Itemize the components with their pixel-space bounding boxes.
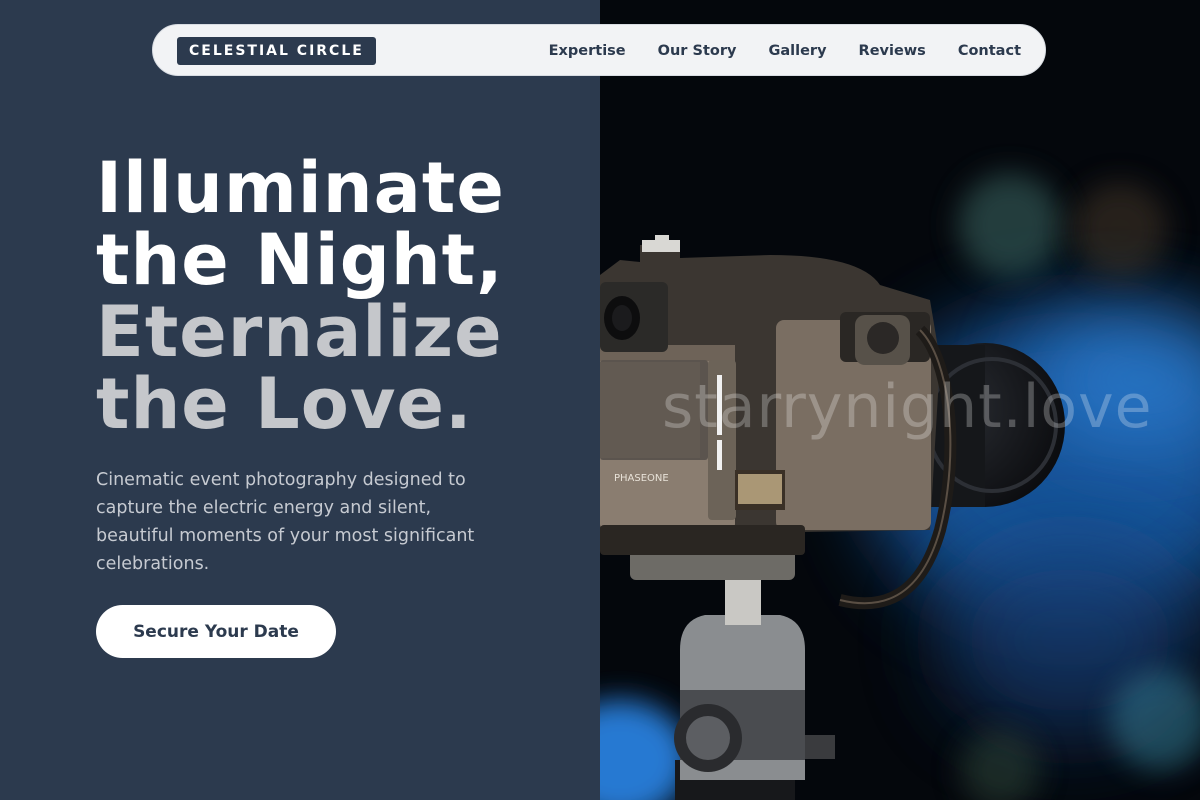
brand-logo[interactable]: CELESTIAL CIRCLE: [177, 37, 376, 65]
nav-link-reviews[interactable]: Reviews: [859, 43, 926, 59]
camera-brand-text: PHASEONE: [614, 473, 669, 484]
nav-link-gallery[interactable]: Gallery: [768, 43, 826, 59]
hero-image: PHASEONE starrynight.love: [600, 0, 1200, 800]
nav-link-contact[interactable]: Contact: [958, 43, 1021, 59]
nav-link-our-story[interactable]: Our Story: [658, 43, 737, 59]
nav-links: Expertise Our Story Gallery Reviews Cont…: [549, 25, 1021, 77]
top-navbar: CELESTIAL CIRCLE Expertise Our Story Gal…: [152, 24, 1046, 76]
hero-title: Illuminate the Night, Eternalize the Lov…: [96, 152, 505, 440]
hero-title-line-2: the Night,: [96, 219, 504, 301]
secure-date-button[interactable]: Secure Your Date: [96, 605, 336, 658]
hero-title-line-1: Illuminate: [96, 147, 505, 229]
watermark-text: starrynight.love: [662, 372, 1153, 442]
hero-description: Cinematic event photography designed to …: [96, 470, 475, 574]
hero-title-line-4: the Love.: [96, 363, 473, 445]
nav-link-expertise[interactable]: Expertise: [549, 43, 626, 59]
hero-title-line-3: Eternalize: [96, 291, 503, 373]
hero-panel: Illuminate the Night, Eternalize the Lov…: [0, 0, 600, 800]
